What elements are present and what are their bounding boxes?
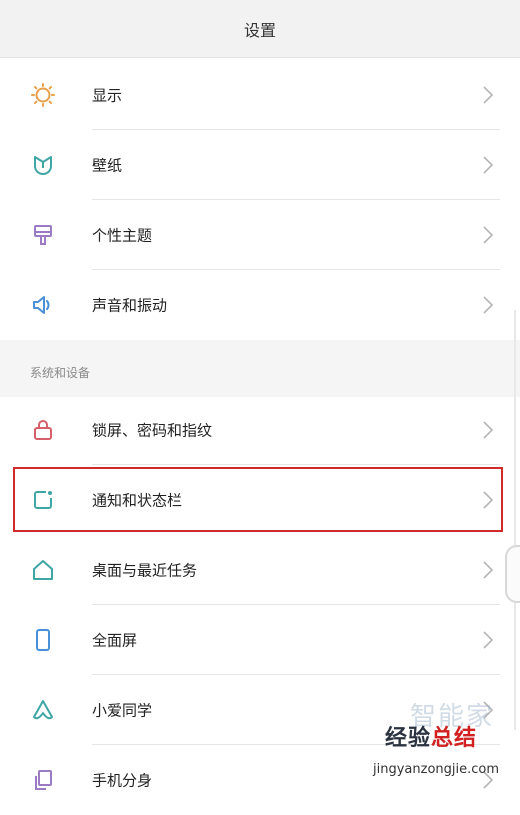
settings-item-label: 锁屏、密码和指纹 [92, 421, 213, 440]
settings-item-desktop[interactable]: 桌面与最近任务 [0, 535, 520, 605]
settings-item-label: 手机分身 [92, 771, 153, 790]
clone-icon [28, 765, 58, 795]
settings-item-label: 全面屏 [92, 631, 138, 650]
settings-item-label: 小爱同学 [92, 701, 153, 720]
chevron-right-icon [480, 85, 496, 105]
watermark-brand-red: 总结 [431, 726, 478, 751]
page-title: 设置 [243, 20, 276, 40]
settings-item-label: 声音和振动 [92, 296, 168, 315]
settings-item-display[interactable]: 显示 [0, 60, 520, 130]
settings-item-sound[interactable]: 声音和振动 [0, 270, 520, 340]
settings-item-theme[interactable]: 个性主题 [0, 200, 520, 270]
chevron-right-icon [480, 225, 496, 245]
chevron-right-icon [480, 420, 496, 440]
speaker-icon [28, 290, 58, 320]
xiaoai-icon [28, 695, 58, 725]
chevron-right-icon [480, 155, 496, 175]
lock-icon [28, 415, 58, 445]
highlight-box [13, 467, 503, 532]
watermark-url: jingyanzongjie.com [373, 762, 500, 777]
header-bar: 设置 [0, 0, 520, 58]
scrollbar[interactable] [514, 310, 516, 730]
watermark-brand: 经验总结 [385, 720, 477, 752]
settings-item-wallpaper[interactable]: 壁纸 [0, 130, 520, 200]
watermark-brand-dark: 经验 [385, 726, 432, 751]
brightness-icon [28, 80, 58, 110]
chevron-right-icon [480, 630, 496, 650]
settings-item-label: 壁纸 [92, 156, 123, 175]
settings-item-label: 桌面与最近任务 [92, 561, 198, 580]
section-title: 系统和设备 [30, 366, 91, 380]
theme-brush-icon [28, 220, 58, 250]
settings-item-lock-screen[interactable]: 锁屏、密码和指纹 [0, 395, 520, 465]
phone-icon [28, 625, 58, 655]
wallpaper-tulip-icon [28, 150, 58, 180]
settings-item-full-screen[interactable]: 全面屏 [0, 605, 520, 675]
chevron-right-icon [480, 560, 496, 580]
home-icon [28, 555, 58, 585]
settings-item-label: 个性主题 [92, 226, 153, 245]
settings-item-label: 显示 [92, 86, 123, 105]
chevron-right-icon [480, 295, 496, 315]
edge-gesture-handle[interactable] [505, 545, 520, 603]
settings-item-dual-apps[interactable]: 手机分身 [0, 745, 520, 815]
